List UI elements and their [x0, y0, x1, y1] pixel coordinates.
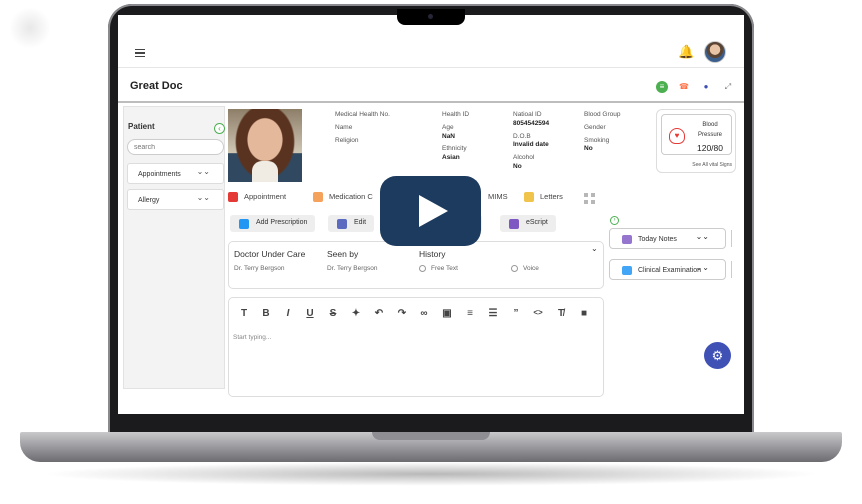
- avatar[interactable]: [704, 41, 726, 63]
- patient-sidebar: Patient ‹ Appointments ⌄⌄ Allergy ⌄⌄: [123, 106, 225, 389]
- strikethrough-icon[interactable]: S: [326, 308, 340, 319]
- laptop-groove: [372, 432, 490, 440]
- doctor-section: Doctor Under Care Dr. Terry Bergson Seen…: [228, 241, 604, 289]
- notes-editor[interactable]: T B I U S ✦ ↶ ↷ ∞ ▣ ≡ ☰ ” <> T̸ ■ Start …: [228, 297, 604, 397]
- panel-divider: [731, 261, 732, 278]
- edit-icon: [337, 219, 347, 229]
- calendar-icon: [228, 192, 238, 203]
- medication-icon: [313, 192, 323, 203]
- sidebar-item-appointments[interactable]: Appointments ⌄⌄: [127, 163, 224, 184]
- add-prescription-button[interactable]: Add Prescription: [230, 215, 316, 232]
- settings-fab[interactable]: ⚙: [704, 342, 731, 369]
- chevron-down-icon: ⌄⌄: [695, 263, 709, 272]
- patient-photo-shirt: [252, 161, 278, 182]
- play-video-button[interactable]: [380, 176, 481, 246]
- menu-icon[interactable]: [135, 49, 145, 57]
- sidebar-title: Patient: [128, 122, 155, 131]
- code-icon[interactable]: <>: [531, 308, 545, 317]
- doctor-icon[interactable]: ●: [700, 81, 712, 93]
- tab-medication[interactable]: Medication C: [313, 192, 373, 203]
- redo-icon[interactable]: ↷: [395, 308, 409, 319]
- save-icon[interactable]: ■: [577, 308, 591, 319]
- collapse-icon[interactable]: ‹: [214, 123, 225, 134]
- history-voice-radio[interactable]: Voice: [511, 265, 539, 272]
- text-style-icon[interactable]: T: [237, 308, 251, 319]
- grid-icon[interactable]: [584, 193, 595, 204]
- info-col-4: Blood Group Gender Smoking No: [584, 111, 621, 153]
- panel-divider: [731, 230, 732, 247]
- phone-icon[interactable]: ☎: [678, 81, 690, 93]
- link-icon[interactable]: ∞: [417, 308, 431, 319]
- blood-pressure-card: ♥ Blood Pressure 120/80: [661, 114, 732, 155]
- camera-icon: [428, 14, 433, 19]
- numbered-list-icon[interactable]: ☰: [486, 308, 500, 319]
- product-showcase: 🔔 Great Doc ≡ ☎ ● ⤢ Patient ‹ Appointmen…: [0, 0, 862, 504]
- blood-pressure-value: 120/80: [697, 143, 723, 153]
- edit-button[interactable]: Edit: [328, 215, 375, 232]
- clinical-examination-panel[interactable]: Clinical Examination ⌄⌄: [609, 259, 726, 280]
- history-free-text-radio[interactable]: Free Text: [419, 265, 458, 272]
- bell-icon[interactable]: 🔔: [678, 44, 694, 60]
- escript-icon: [509, 219, 519, 229]
- info-col-1: Medical Health No. Name Religion: [335, 111, 390, 144]
- envelope-icon: [524, 192, 534, 203]
- notes-icon: [622, 235, 632, 244]
- info-col-3: Natioal ID 8054542594 D.O.B Invalid date…: [513, 111, 550, 170]
- chevron-down-icon: ⌄⌄: [695, 232, 709, 241]
- underline-icon[interactable]: U: [303, 308, 317, 319]
- bullet-list-icon[interactable]: ≡: [463, 308, 477, 319]
- undo-icon[interactable]: ↶: [372, 308, 386, 319]
- editor-toolbar: T B I U S ✦ ↶ ↷ ∞ ▣ ≡ ☰ ” <> T̸ ■: [229, 308, 605, 324]
- decorative-blob: [8, 8, 52, 48]
- vitals-card[interactable]: ♥ Blood Pressure 120/80 See All vital Si…: [656, 109, 736, 173]
- expand-icon[interactable]: ›: [610, 216, 619, 225]
- page-title: Great Doc: [130, 80, 183, 92]
- bold-icon[interactable]: B: [259, 308, 273, 319]
- gear-icon: ⚙: [711, 348, 724, 363]
- editor-placeholder: Start typing...: [233, 334, 272, 341]
- chat-icon[interactable]: ≡: [656, 81, 668, 93]
- prescription-icon: [239, 219, 249, 229]
- examination-icon: [622, 266, 632, 275]
- sidebar-item-label: Appointments: [138, 171, 181, 178]
- chevron-down-icon[interactable]: ⌄: [591, 244, 598, 253]
- tab-appointment[interactable]: Appointment: [228, 192, 286, 203]
- title-bar: Great Doc ≡ ☎ ● ⤢: [118, 71, 744, 103]
- chevron-down-icon: ⌄⌄: [196, 167, 210, 176]
- today-notes-panel[interactable]: Today Notes ⌄⌄: [609, 228, 726, 249]
- chevron-down-icon: ⌄⌄: [196, 193, 210, 202]
- sidebar-item-label: Allergy: [138, 197, 160, 204]
- laptop-shadow: [40, 462, 822, 486]
- quote-icon[interactable]: ”: [509, 308, 523, 319]
- highlight-icon[interactable]: ✦: [349, 308, 363, 319]
- search-input[interactable]: [127, 139, 224, 155]
- see-all-vitals-link[interactable]: See All vital Signs: [692, 162, 732, 168]
- tab-letters[interactable]: Letters: [524, 192, 563, 203]
- escript-button[interactable]: eScript: [500, 215, 556, 232]
- italic-icon[interactable]: I: [281, 308, 295, 319]
- heart-icon: ♥: [669, 128, 685, 144]
- clear-format-icon[interactable]: T̸: [554, 308, 568, 319]
- tab-mims[interactable]: MIMS: [488, 192, 508, 201]
- image-icon[interactable]: ▣: [440, 308, 454, 319]
- expand-icon[interactable]: ⤢: [722, 81, 734, 93]
- sidebar-item-allergy[interactable]: Allergy ⌄⌄: [127, 189, 224, 210]
- info-col-2: Health ID Age NaN Ethnicity Asian: [442, 111, 470, 162]
